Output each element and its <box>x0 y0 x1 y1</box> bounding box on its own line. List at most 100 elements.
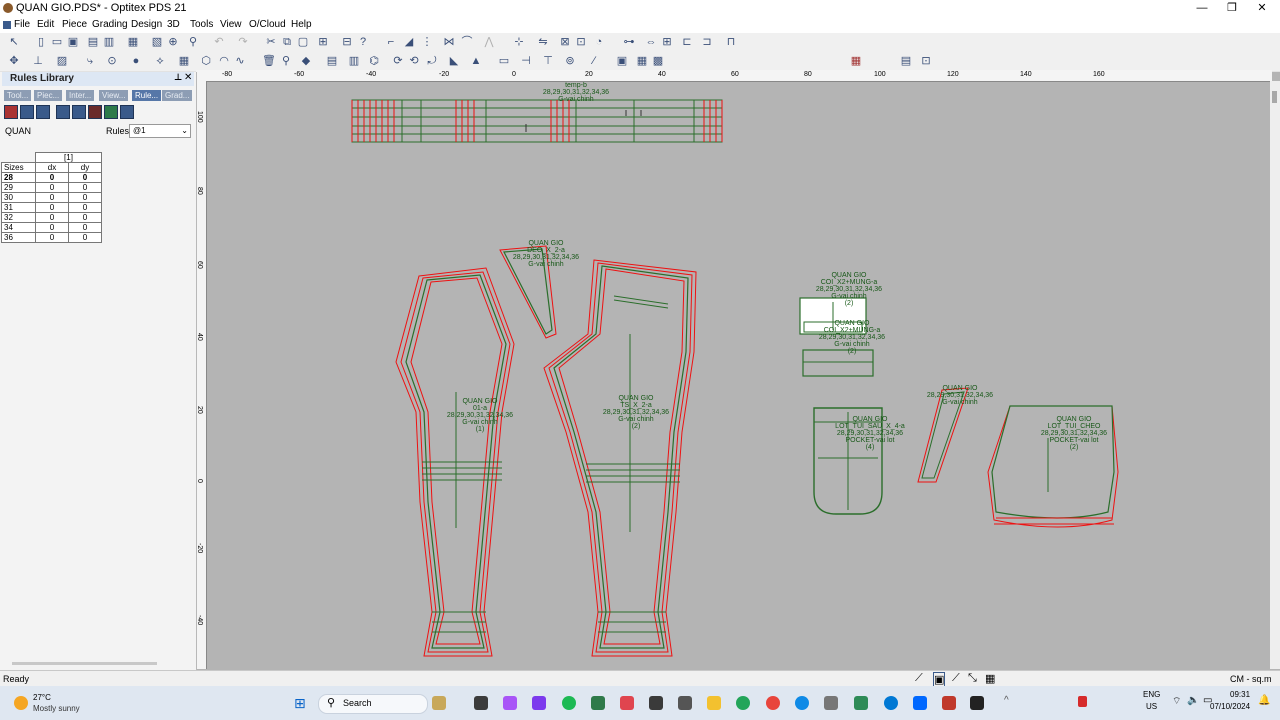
circle-tool-icon[interactable]: ⊙ <box>106 55 118 67</box>
file-explorer-icon[interactable] <box>707 696 721 710</box>
rule-delete-icon[interactable] <box>4 105 18 119</box>
view-2-icon[interactable]: ▦ <box>636 55 648 67</box>
weather-desc[interactable]: Mostly sunny <box>33 704 80 713</box>
size-cell[interactable]: 30 <box>1 192 36 203</box>
status-grid-icon[interactable]: ▦ <box>985 672 995 685</box>
maximize-button[interactable]: ❐ <box>1216 0 1248 17</box>
pin-icon[interactable]: ⊥ <box>174 72 182 83</box>
dx-cell[interactable]: 0 <box>35 182 69 193</box>
drawing-canvas[interactable]: temp-b 28,29,30,31,32,34,36 G-vai chinh QU… <box>196 72 1280 670</box>
menu-ocloud[interactable]: O/Cloud <box>249 19 286 30</box>
pin-icon[interactable]: ⚲ <box>280 55 292 67</box>
nest-icon[interactable]: ⊟ <box>341 36 353 48</box>
zalo-icon[interactable] <box>913 696 927 710</box>
undo-icon[interactable]: ↶ <box>213 36 225 48</box>
delete-icon[interactable]: 🗑 <box>262 55 276 67</box>
close-button[interactable]: ✕ <box>1246 0 1278 17</box>
dy-cell[interactable]: 0 <box>68 192 102 203</box>
status-snap-icon[interactable]: ⤡ <box>968 672 977 685</box>
cut-icon[interactable]: ✂ <box>265 36 277 48</box>
save-icon[interactable]: ▣ <box>67 36 79 48</box>
volume-icon[interactable]: 🔈 <box>1187 695 1199 706</box>
rotate-tool-icon[interactable]: ◔ <box>593 36 605 48</box>
language-region[interactable]: US <box>1146 702 1157 711</box>
status-tool-icon[interactable]: ⟋ <box>915 672 923 685</box>
trace-icon[interactable]: ⌬ <box>368 55 380 67</box>
redo-icon[interactable]: ↷ <box>237 36 249 48</box>
dy-cell[interactable]: 0 <box>68 212 102 223</box>
app-maroon-icon[interactable] <box>942 696 956 710</box>
cut-line-icon[interactable]: ⊣ <box>520 55 532 67</box>
panel-hscroll[interactable] <box>12 662 157 665</box>
zoom-icon[interactable]: ⚲ <box>187 36 199 48</box>
vertical-scrollbar[interactable] <box>1270 81 1280 669</box>
calculator-icon[interactable] <box>678 696 692 710</box>
copy-icon[interactable]: ⧉ <box>281 36 293 48</box>
dy-cell[interactable]: 0 <box>68 222 102 233</box>
language-code[interactable]: ENG <box>1143 690 1160 699</box>
app-red-icon[interactable] <box>620 696 634 710</box>
menu-file[interactable]: File <box>14 19 30 30</box>
rules-select[interactable]: @1 ⌄ <box>129 124 191 138</box>
paste-icon[interactable]: ▢ <box>297 36 309 48</box>
edge-icon[interactable] <box>795 696 809 710</box>
new-file-icon[interactable]: ▯ <box>35 36 47 48</box>
menu-piece[interactable]: Piece <box>62 19 87 30</box>
measure-icon[interactable]: ⌐ <box>385 36 397 48</box>
dx-cell[interactable]: 0 <box>35 202 69 213</box>
dx-cell[interactable]: 0 <box>35 212 69 223</box>
size-cell[interactable]: 31 <box>1 202 36 213</box>
menu-grading[interactable]: Grading <box>92 19 128 30</box>
wave-tool-icon[interactable]: ∿ <box>234 55 246 67</box>
dy-cell[interactable]: 0 <box>68 232 102 243</box>
rule-edit-icon[interactable] <box>104 105 118 119</box>
menu-app-icon[interactable] <box>3 21 11 29</box>
store-icon[interactable] <box>649 696 663 710</box>
weather-sun-icon[interactable] <box>14 696 28 710</box>
arc-tool-icon[interactable]: ◠ <box>218 55 230 67</box>
tab-piece[interactable]: Piec... <box>34 90 63 101</box>
table-icon[interactable]: ▤ <box>326 55 338 67</box>
pleat-tool-icon[interactable]: ⊐ <box>701 36 713 48</box>
point-tool-icon[interactable]: ⋮ <box>421 36 433 48</box>
polygon-tool-icon[interactable]: ⬡ <box>200 55 212 67</box>
rotate-ccw-icon[interactable]: ⟲ <box>408 55 420 67</box>
import-icon[interactable]: ▦ <box>127 36 139 48</box>
table-row[interactable]: 28 0 0 <box>1 172 102 183</box>
menu-view[interactable]: View <box>220 19 242 30</box>
copilot-icon[interactable] <box>503 696 517 710</box>
menu-help[interactable]: Help <box>291 19 312 30</box>
size-cell[interactable]: 34 <box>1 222 36 233</box>
tab-rules[interactable]: Rule... <box>132 90 162 101</box>
rule-save-icon[interactable] <box>36 105 50 119</box>
panel-close-icon[interactable]: ✕ <box>184 72 192 83</box>
rule-open-icon[interactable] <box>20 105 34 119</box>
dart-tool-icon[interactable]: ⋀ <box>483 36 495 48</box>
dx-cell[interactable]: 0 <box>35 172 69 183</box>
grade-icon[interactable]: ⊞ <box>317 36 329 48</box>
shape-tool-icon[interactable]: ◣ <box>448 55 460 67</box>
table-row[interactable]: 29 0 0 <box>1 182 102 193</box>
size-cell[interactable]: 32 <box>1 212 36 223</box>
triangle-tool-icon[interactable]: ▲ <box>470 55 482 67</box>
app-black-icon[interactable] <box>970 696 984 710</box>
curve-tool-icon[interactable]: ⌒ <box>461 36 473 48</box>
view-5-icon[interactable]: ⊡ <box>920 55 932 67</box>
mirror-tool-icon[interactable]: ⇋ <box>537 36 549 48</box>
fold-tool-icon[interactable]: ⊏ <box>681 36 693 48</box>
menu-edit[interactable]: Edit <box>37 19 54 30</box>
app-dark-green-icon[interactable] <box>854 696 868 710</box>
cycle-icon[interactable]: ⤾ <box>426 55 438 67</box>
spotify-icon[interactable] <box>562 696 576 710</box>
teams-icon[interactable] <box>532 696 546 710</box>
tray-app-icon[interactable] <box>1078 696 1087 707</box>
label-tool-icon[interactable]: ⊓ <box>725 36 737 48</box>
print-icon[interactable]: ▤ <box>87 36 99 48</box>
menu-tools[interactable]: Tools <box>190 19 213 30</box>
layer-icon[interactable]: ▨ <box>56 55 68 67</box>
dx-cell[interactable]: 0 <box>35 232 69 243</box>
dx-cell[interactable]: 0 <box>35 192 69 203</box>
seam-tool-icon[interactable]: ⊹ <box>513 36 525 48</box>
height-tool-icon[interactable]: ⊞ <box>661 36 673 48</box>
sphere-icon[interactable]: ● <box>130 55 142 67</box>
